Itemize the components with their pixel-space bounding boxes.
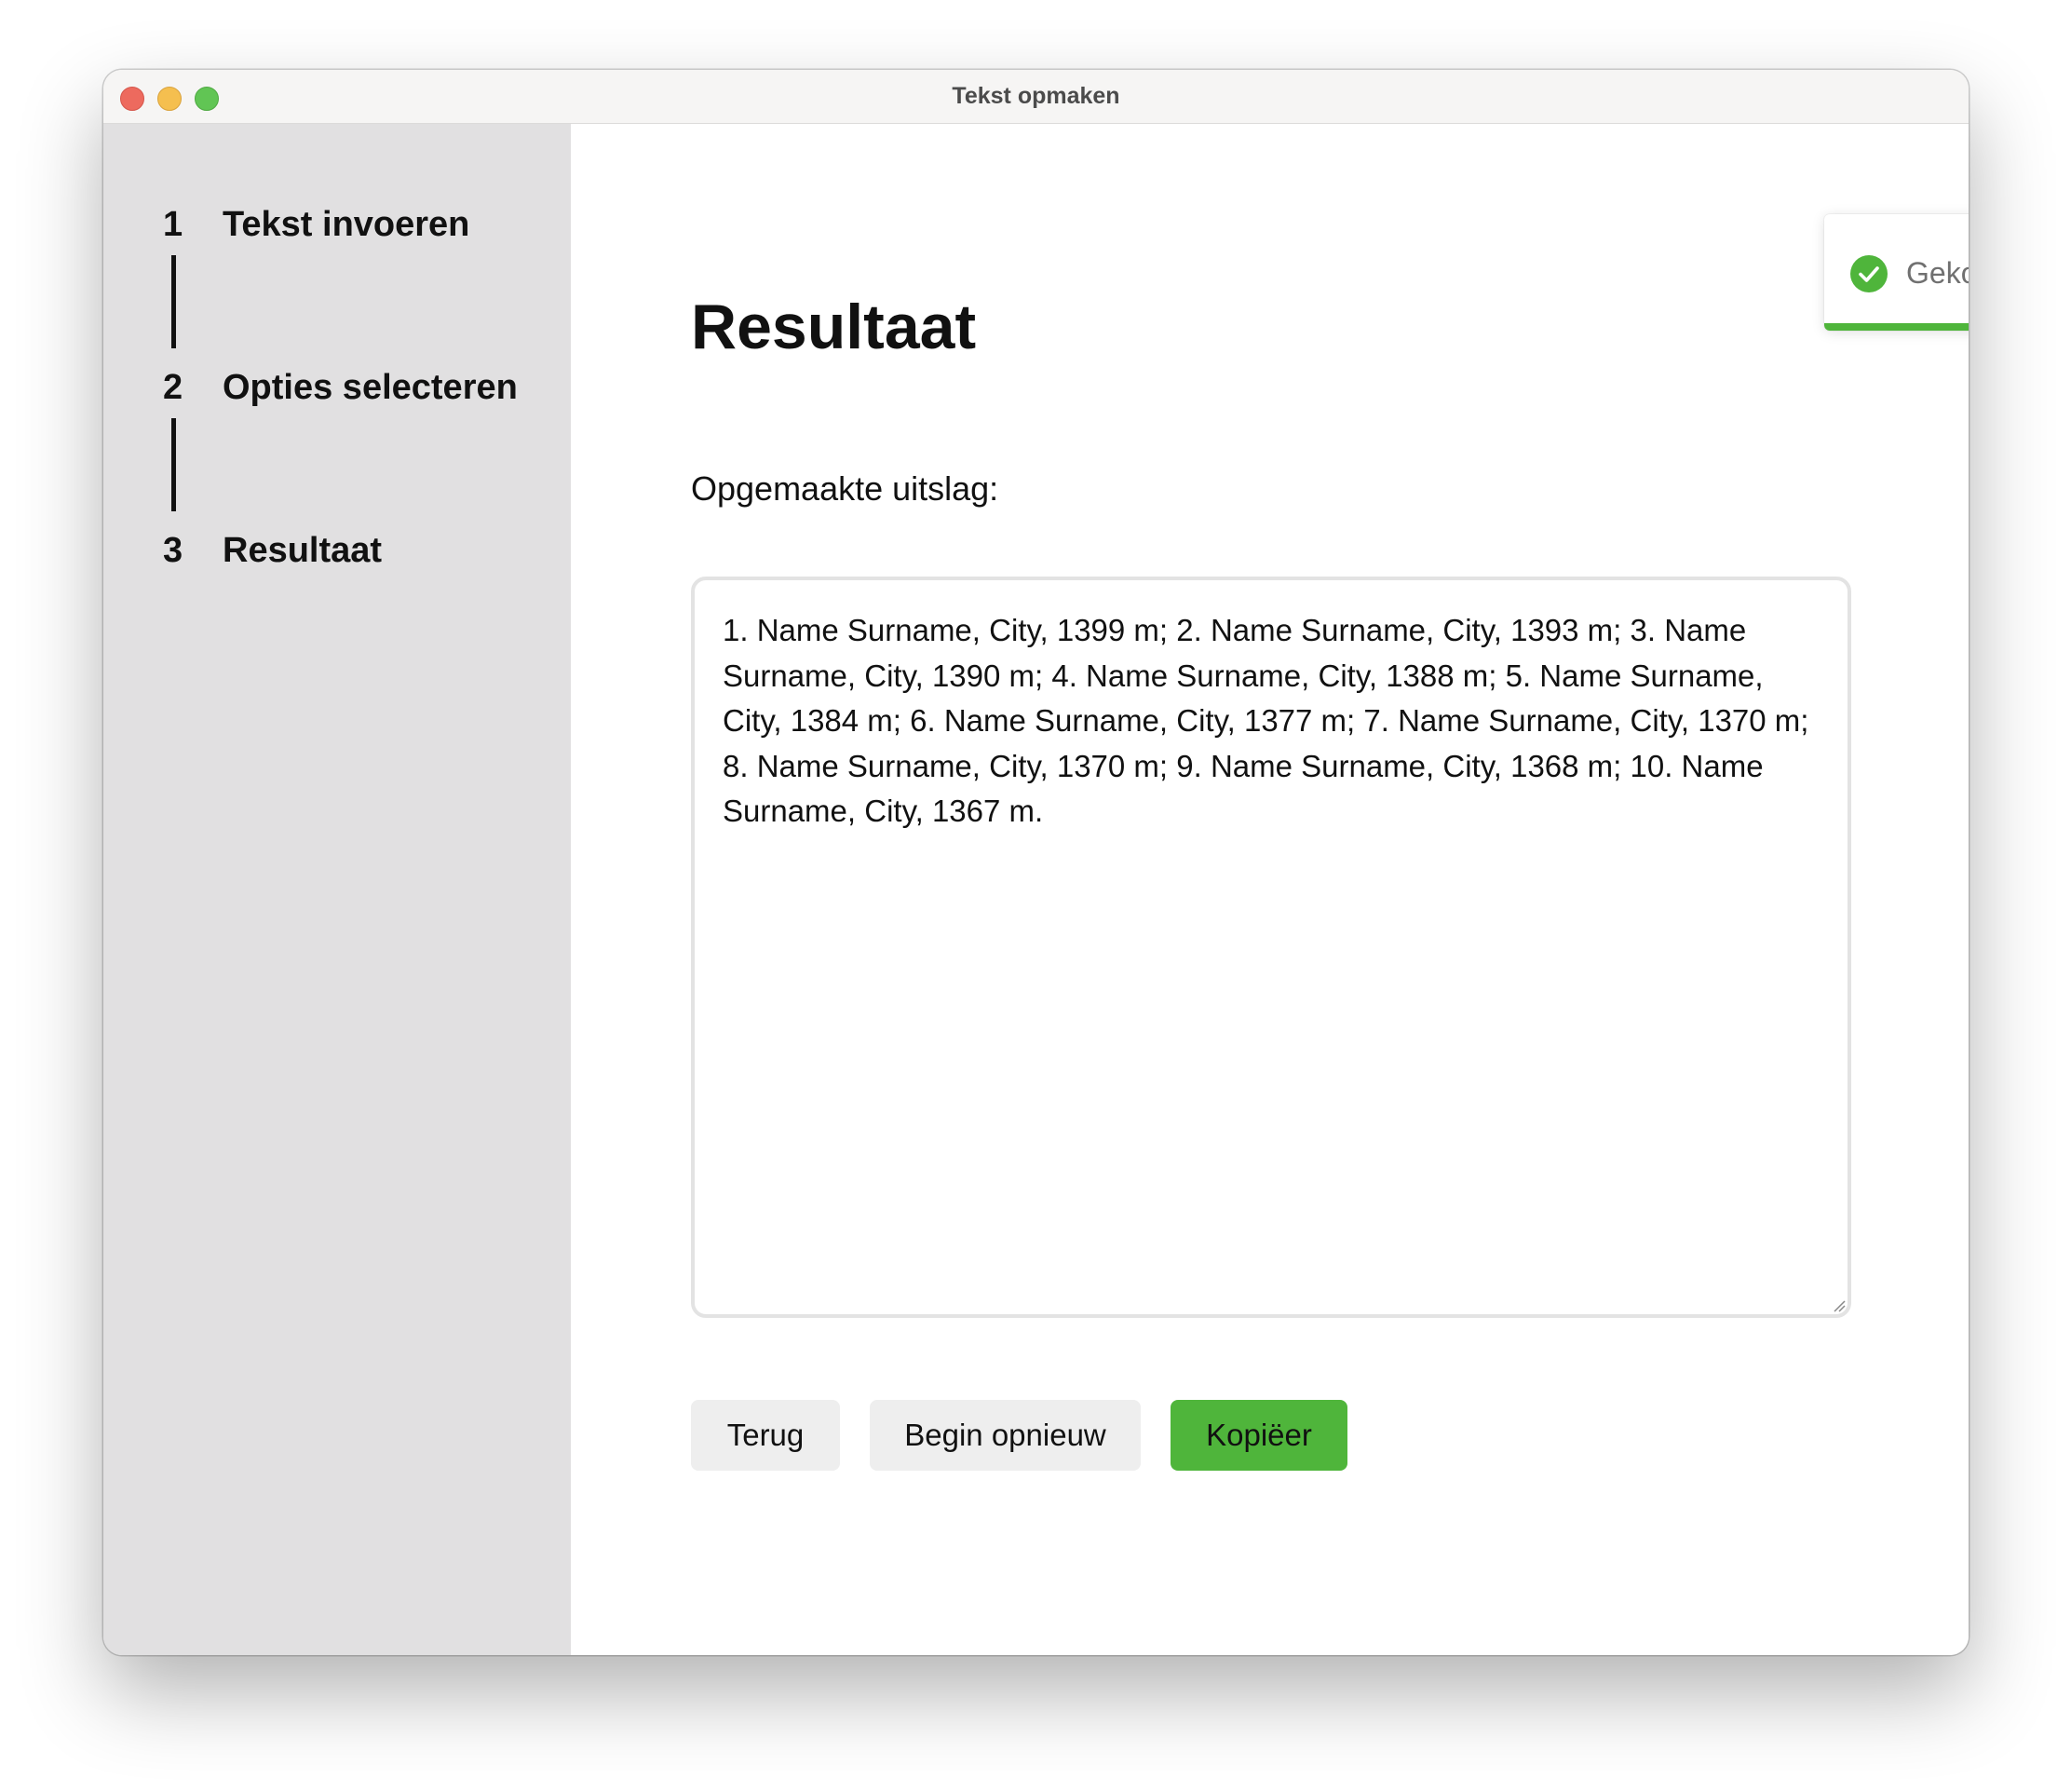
- check-circle-icon: [1850, 255, 1888, 292]
- main-content: Resultaat Opgemaakte uitslag: 1. Name Su…: [571, 124, 1969, 1655]
- step-connector: [171, 255, 176, 348]
- window-title: Tekst opmaken: [952, 83, 1120, 109]
- back-button[interactable]: Terug: [691, 1400, 840, 1471]
- resize-grip-icon[interactable]: [1833, 1299, 1846, 1312]
- step-label: Opties selecteren: [223, 368, 518, 407]
- title-bar[interactable]: Tekst opmaken: [103, 70, 1969, 124]
- app-window: Tekst opmaken 1 Tekst invoeren 2 Opties …: [103, 70, 1969, 1655]
- steps-sidebar: 1 Tekst invoeren 2 Opties selecteren 3 R…: [103, 124, 571, 1655]
- restart-button[interactable]: Begin opnieuw: [870, 1400, 1141, 1471]
- step-label: Tekst invoeren: [223, 205, 470, 244]
- copy-button[interactable]: Kopiëer: [1171, 1400, 1347, 1471]
- output-label: Opgemaakte uitslag:: [691, 469, 999, 508]
- step-number: 2: [163, 368, 183, 407]
- step-number: 3: [163, 531, 183, 570]
- page-title: Resultaat: [691, 292, 977, 362]
- output-textarea[interactable]: 1. Name Surname, City, 1399 m; 2. Name S…: [691, 577, 1851, 1318]
- step-number: 1: [163, 205, 183, 244]
- step-label: Resultaat: [223, 531, 383, 570]
- toast-message: Gekopiëerd: [1906, 256, 1969, 290]
- copied-toast: Gekopiëerd: [1824, 214, 1969, 331]
- step-connector: [171, 418, 176, 511]
- toast-progress-bar: [1824, 323, 1969, 331]
